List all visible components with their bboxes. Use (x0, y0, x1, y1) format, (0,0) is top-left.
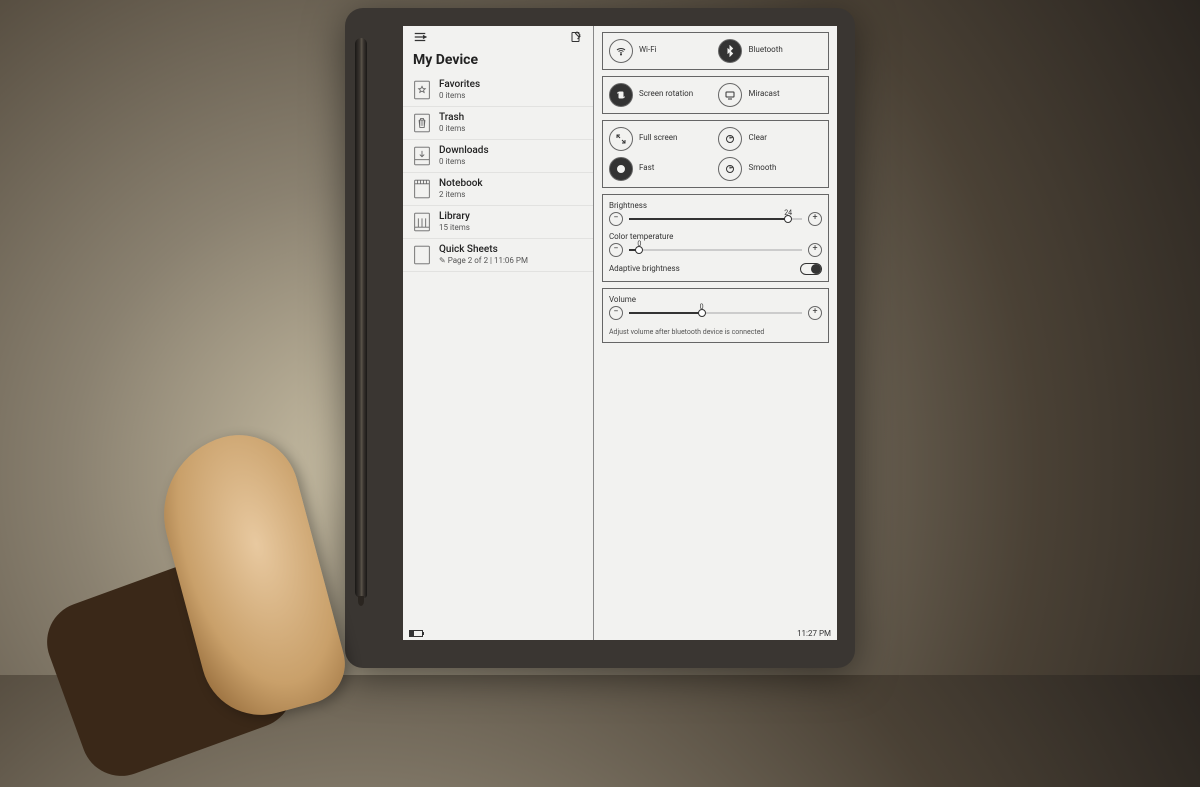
star-folder-icon (413, 79, 431, 101)
battery-icon (409, 630, 423, 637)
folder-name: Library (439, 211, 470, 223)
folder-sub: 2 items (439, 190, 483, 200)
fullscreen-toggle[interactable]: Full screen (609, 127, 713, 151)
sheet-folder-icon (413, 244, 431, 266)
brightness-block: Brightness − 24 + (609, 201, 822, 226)
connectivity-panel: Wi-Fi Bluetooth (602, 32, 829, 70)
wifi-label: Wi-Fi (639, 46, 657, 55)
stylus-pen (355, 38, 367, 598)
colortemp-minus-button[interactable]: − (609, 243, 623, 257)
left-pane: My Device Favorites 0 items (403, 26, 594, 640)
volume-value: 0 (700, 303, 704, 311)
status-bar: 11:27 PM (403, 628, 837, 640)
screen: My Device Favorites 0 items (403, 26, 837, 640)
miracast-label: Miracast (748, 90, 779, 99)
notebook-folder-icon (413, 178, 431, 200)
fast-icon (609, 157, 633, 181)
volume-hint: Adjust volume after bluetooth device is … (609, 328, 822, 336)
trash-folder-icon (413, 112, 431, 134)
folder-quick-sheets[interactable]: Quick Sheets ✎ Page 2 of 2 | 11:06 PM (403, 239, 593, 272)
folder-name: Trash (439, 112, 465, 124)
bluetooth-icon (718, 39, 742, 63)
adaptive-row: Adaptive brightness (609, 263, 822, 275)
volume-panel: Volume − 0 + Adjust volume after bluetoo… (602, 288, 829, 343)
brightness-plus-button[interactable]: + (808, 212, 822, 226)
folder-name: Favorites (439, 79, 480, 91)
page-title: My Device (403, 48, 593, 74)
library-folder-icon (413, 211, 431, 233)
fullscreen-icon (609, 127, 633, 151)
clock: 11:27 PM (797, 629, 831, 638)
folder-trash[interactable]: Trash 0 items (403, 107, 593, 140)
folder-text: Quick Sheets ✎ Page 2 of 2 | 11:06 PM (439, 244, 528, 266)
colortemp-block: Color temperature − 0 + (609, 232, 822, 257)
folder-downloads[interactable]: Downloads 0 items (403, 140, 593, 173)
smooth-icon (718, 157, 742, 181)
miracast-toggle[interactable]: Miracast (718, 83, 822, 107)
folder-notebook[interactable]: Notebook 2 items (403, 173, 593, 206)
brightness-panel: Brightness − 24 + Color temperature (602, 194, 829, 282)
fullscreen-label: Full screen (639, 134, 677, 143)
volume-block: Volume − 0 + (609, 295, 822, 320)
folder-favorites[interactable]: Favorites 0 items (403, 74, 593, 107)
menu-icon[interactable] (411, 28, 429, 46)
quick-settings-pane: Wi-Fi Bluetooth (594, 26, 837, 640)
wifi-icon (609, 39, 633, 63)
bluetooth-label: Bluetooth (748, 46, 782, 55)
display-panel: Screen rotation Miracast (602, 76, 829, 114)
folder-text: Trash 0 items (439, 112, 465, 134)
left-topbar (403, 26, 593, 48)
folder-sub: ✎ Page 2 of 2 | 11:06 PM (439, 256, 528, 266)
folder-text: Downloads 0 items (439, 145, 489, 167)
brightness-slider[interactable]: 24 (629, 218, 802, 220)
brightness-minus-button[interactable]: − (609, 212, 623, 226)
folder-library[interactable]: Library 15 items (403, 206, 593, 239)
smooth-toggle[interactable]: Smooth (718, 157, 822, 181)
folder-text: Favorites 0 items (439, 79, 480, 101)
clear-icon (718, 127, 742, 151)
clear-label: Clear (748, 134, 766, 143)
volume-plus-button[interactable]: + (808, 306, 822, 320)
refresh-panel: Full screen Clear Fast (602, 120, 829, 188)
folder-text: Library 15 items (439, 211, 470, 233)
tablet-device: My Device Favorites 0 items (345, 8, 855, 668)
folder-sub: 0 items (439, 91, 480, 101)
wifi-toggle[interactable]: Wi-Fi (609, 39, 713, 63)
adaptive-switch[interactable] (800, 263, 822, 275)
miracast-icon (718, 83, 742, 107)
folder-name: Notebook (439, 178, 483, 190)
bluetooth-toggle[interactable]: Bluetooth (718, 39, 822, 63)
volume-slider[interactable]: 0 (629, 312, 802, 314)
folder-name: Downloads (439, 145, 489, 157)
brightness-value: 24 (784, 209, 792, 217)
fast-toggle[interactable]: Fast (609, 157, 713, 181)
folder-list: Favorites 0 items Trash 0 items (403, 74, 593, 272)
folder-sub: 15 items (439, 223, 470, 233)
volume-label: Volume (609, 295, 822, 304)
smooth-label: Smooth (748, 164, 776, 173)
new-note-icon[interactable] (567, 28, 585, 46)
folder-name: Quick Sheets (439, 244, 528, 256)
folder-sub: 0 items (439, 124, 465, 134)
clear-toggle[interactable]: Clear (718, 127, 822, 151)
colortemp-slider[interactable]: 0 (629, 249, 802, 251)
adaptive-label: Adaptive brightness (609, 264, 680, 273)
colortemp-value: 0 (637, 240, 641, 248)
volume-minus-button[interactable]: − (609, 306, 623, 320)
colortemp-plus-button[interactable]: + (808, 243, 822, 257)
folder-text: Notebook 2 items (439, 178, 483, 200)
rotation-toggle[interactable]: Screen rotation (609, 83, 713, 107)
download-folder-icon (413, 145, 431, 167)
folder-sub: 0 items (439, 157, 489, 167)
fast-label: Fast (639, 164, 654, 173)
rotation-icon (609, 83, 633, 107)
rotation-label: Screen rotation (639, 90, 693, 99)
